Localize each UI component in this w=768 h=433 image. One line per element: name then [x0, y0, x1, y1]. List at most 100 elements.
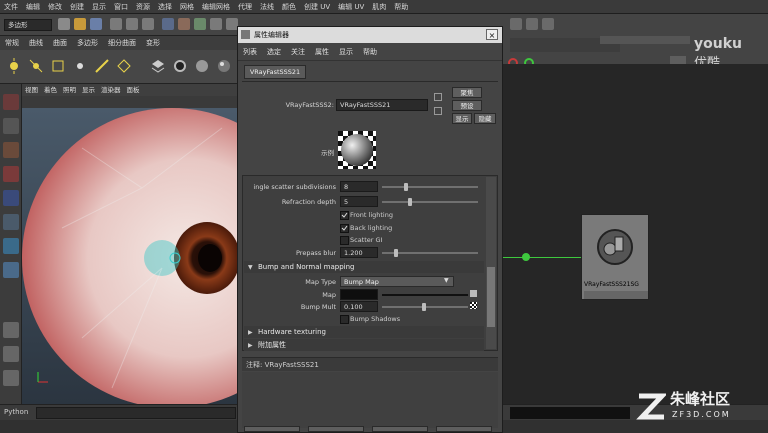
manipulator-tool-icon[interactable] [3, 238, 19, 254]
menu-window[interactable]: 窗口 [110, 0, 132, 14]
hardware-texturing-section[interactable]: Hardware texturing [244, 326, 484, 338]
dlg-menu-focus[interactable]: 关注 [286, 43, 310, 61]
save-scene-icon[interactable] [90, 18, 102, 30]
vp-menu-shading[interactable]: 着色 [41, 84, 60, 96]
extra-attributes-section[interactable]: 附加属性 [244, 339, 484, 351]
area-light-icon[interactable] [50, 58, 66, 74]
copy-tab-button[interactable] [372, 426, 428, 432]
menu-edit-mesh[interactable]: 编辑网格 [198, 0, 234, 14]
dlg-menu-attributes[interactable]: 属性 [310, 43, 334, 61]
hide-button[interactable]: 隐藏 [474, 113, 496, 124]
shading-group-node[interactable]: VRayFastSSS21SG [581, 214, 649, 300]
dialog-titlebar[interactable]: 属性编辑器 × [238, 27, 502, 43]
move-tool-icon[interactable] [3, 166, 19, 182]
sphere-shiny-icon[interactable] [216, 58, 232, 74]
snap-curve-icon[interactable] [194, 18, 206, 30]
bump-mapping-section[interactable]: Bump and Normal mapping [244, 261, 484, 273]
prepass-blur-knob[interactable] [394, 249, 398, 257]
layout-single-icon[interactable] [3, 322, 19, 338]
menu-mesh[interactable]: 网格 [176, 0, 198, 14]
prepass-blur-field[interactable]: 1.200 [340, 247, 378, 258]
menu-edit-uv[interactable]: 编辑 UV [334, 0, 368, 14]
dlg-menu-selected[interactable]: 选定 [262, 43, 286, 61]
menu-modify[interactable]: 修改 [44, 0, 66, 14]
sphere-dark-icon[interactable] [172, 58, 188, 74]
output-connection-icon[interactable] [434, 107, 442, 115]
back-lighting-checkbox[interactable] [340, 224, 349, 233]
open-scene-icon[interactable] [74, 18, 86, 30]
render-settings-icon[interactable] [542, 18, 554, 30]
attribute-scrollbar[interactable] [486, 177, 496, 349]
cmd-language-label[interactable]: Python [4, 408, 28, 416]
layout-outliner-icon[interactable] [3, 370, 19, 386]
spot-light-icon[interactable] [28, 58, 44, 74]
shelf-tab-surfaces[interactable]: 曲面 [48, 36, 72, 50]
node-ports[interactable] [584, 291, 648, 299]
menu-assets[interactable]: 资源 [132, 0, 154, 14]
menu-file[interactable]: 文件 [0, 0, 22, 14]
layout-four-icon[interactable] [3, 346, 19, 362]
new-scene-icon[interactable] [58, 18, 70, 30]
front-lighting-checkbox[interactable] [340, 211, 349, 220]
load-attributes-button[interactable] [308, 426, 364, 432]
scatter-gi-checkbox[interactable] [340, 236, 349, 245]
shelf-tab-general[interactable]: 常规 [0, 36, 24, 50]
point-light-icon[interactable] [72, 58, 88, 74]
presets-button[interactable]: 预设 [452, 100, 482, 111]
menu-create[interactable]: 创建 [66, 0, 88, 14]
vp-menu-lighting[interactable]: 照明 [60, 84, 79, 96]
menu-proxy[interactable]: 代理 [234, 0, 256, 14]
menu-select[interactable]: 选择 [154, 0, 176, 14]
snap-grid-icon[interactable] [178, 18, 190, 30]
vp-menu-show[interactable]: 显示 [79, 84, 98, 96]
light-icon[interactable] [6, 58, 22, 74]
refraction-depth-knob[interactable] [408, 198, 412, 206]
bump-mult-field[interactable]: 0.100 [340, 301, 378, 312]
menu-edit[interactable]: 编辑 [22, 0, 44, 14]
volume-light-icon[interactable] [116, 58, 132, 74]
menu-create-uv[interactable]: 创建 UV [300, 0, 334, 14]
shelf-tab-subdiv[interactable]: 细分曲面 [103, 36, 141, 50]
tab-vrayfastsss21[interactable]: VRayFastSSS21 [244, 65, 306, 79]
dlg-menu-show[interactable]: 显示 [334, 43, 358, 61]
select-button[interactable] [244, 426, 300, 432]
menu-color[interactable]: 颜色 [278, 0, 300, 14]
command-input[interactable] [36, 407, 236, 419]
close-icon[interactable]: × [486, 29, 498, 40]
viewport[interactable] [22, 108, 240, 404]
map-color-field[interactable] [340, 289, 378, 300]
vp-menu-panels[interactable]: 面板 [124, 84, 143, 96]
select-object-icon[interactable] [126, 18, 138, 30]
vp-menu-renderer[interactable]: 渲染器 [98, 84, 124, 96]
lasso-tool-icon[interactable] [3, 118, 19, 134]
select-tool-icon[interactable] [3, 94, 19, 110]
sphere-icon[interactable] [194, 58, 210, 74]
shelf-tab-polygons[interactable]: 多边形 [72, 36, 103, 50]
select-hierarchy-icon[interactable] [110, 18, 122, 30]
dlg-menu-help[interactable]: 帮助 [358, 43, 382, 61]
close-button[interactable] [436, 426, 492, 432]
menu-display[interactable]: 显示 [88, 0, 110, 14]
scale-tool-icon[interactable] [3, 214, 19, 230]
ipr-icon[interactable] [526, 18, 538, 30]
material-swatch[interactable] [338, 131, 376, 169]
mesh-icon[interactable] [150, 58, 166, 74]
soft-mod-tool-icon[interactable] [3, 262, 19, 278]
single-scatter-slider[interactable] [382, 186, 478, 188]
focus-button[interactable]: 聚焦 [452, 87, 482, 98]
refraction-depth-field[interactable]: 5 [340, 196, 378, 207]
single-scatter-knob[interactable] [404, 183, 408, 191]
rotate-tool-icon[interactable] [3, 190, 19, 206]
mode-dropdown[interactable]: 多边形 [4, 19, 52, 31]
bump-mult-texture-icon[interactable] [470, 302, 477, 309]
menu-muscle[interactable]: 肌肉 [368, 0, 390, 14]
notes-area[interactable] [242, 372, 498, 428]
directional-light-icon[interactable] [94, 58, 110, 74]
bump-mult-knob[interactable] [422, 303, 426, 311]
refraction-depth-slider[interactable] [382, 201, 478, 203]
node-name-input[interactable]: VRayFastSSS21 [336, 99, 428, 111]
shelf-tab-curves[interactable]: 曲线 [24, 36, 48, 50]
time-field[interactable] [600, 36, 690, 44]
dlg-menu-list[interactable]: 列表 [238, 43, 262, 61]
snap-point-icon[interactable] [210, 18, 222, 30]
